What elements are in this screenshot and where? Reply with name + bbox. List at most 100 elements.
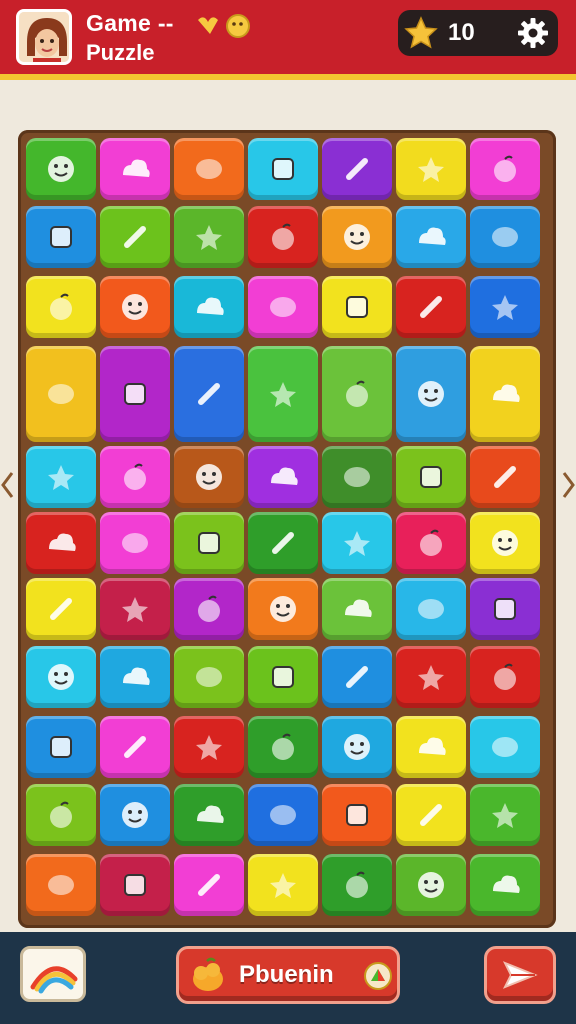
tile-r3-c7[interactable]	[470, 276, 540, 338]
tile-r6-c2[interactable]	[100, 512, 170, 574]
tile-symbol-icon	[418, 157, 444, 182]
tile-r9-c1[interactable]	[26, 716, 96, 778]
tile-symbol-icon	[272, 223, 294, 250]
tile-r2-c7[interactable]	[470, 206, 540, 268]
tile-r6-c1[interactable]	[26, 512, 96, 574]
tile-r10-c1[interactable]	[26, 784, 96, 846]
tile-r10-c7[interactable]	[470, 784, 540, 846]
tile-r5-c4[interactable]	[248, 446, 318, 508]
tile-symbol-icon	[122, 533, 148, 553]
tile-r3-c6[interactable]	[396, 276, 466, 338]
tile-r5-c6[interactable]	[396, 446, 466, 508]
tile-r7-c1[interactable]	[26, 578, 96, 640]
tile-symbol-icon	[344, 734, 370, 760]
tile-r8-c7[interactable]	[470, 646, 540, 708]
tile-r7-c4[interactable]	[248, 578, 318, 640]
tile-symbol-icon	[196, 159, 222, 179]
share-button[interactable]	[484, 946, 556, 1004]
tile-r1-c5[interactable]	[322, 138, 392, 200]
tile-r5-c3[interactable]	[174, 446, 244, 508]
hint-button[interactable]	[20, 946, 86, 1002]
tile-r2-c1[interactable]	[26, 206, 96, 268]
tile-r5-c5[interactable]	[322, 446, 392, 508]
tile-r8-c1[interactable]	[26, 646, 96, 708]
tile-r10-c3[interactable]	[174, 784, 244, 846]
tile-r9-c4[interactable]	[248, 716, 318, 778]
tile-r7-c6[interactable]	[396, 578, 466, 640]
tile-r9-c3[interactable]	[174, 716, 244, 778]
tile-r11-c4[interactable]	[248, 854, 318, 916]
tile-r10-c6[interactable]	[396, 784, 466, 846]
tile-r8-c2[interactable]	[100, 646, 170, 708]
scroll-right-arrow-icon[interactable]	[562, 470, 576, 500]
tile-r1-c2[interactable]	[100, 138, 170, 200]
tile-r9-c7[interactable]	[470, 716, 540, 778]
tile-symbol-icon	[124, 736, 146, 758]
tile-r6-c4[interactable]	[248, 512, 318, 574]
tile-r11-c7[interactable]	[470, 854, 540, 916]
tile-r3-c5[interactable]	[322, 276, 392, 338]
tile-r8-c6[interactable]	[396, 646, 466, 708]
tile-r11-c3[interactable]	[174, 854, 244, 916]
tile-r6-c3[interactable]	[174, 512, 244, 574]
tile-symbol-icon	[123, 667, 150, 685]
tile-r8-c4[interactable]	[248, 646, 318, 708]
tile-r8-c5[interactable]	[322, 646, 392, 708]
tile-r2-c5[interactable]	[322, 206, 392, 268]
tile-r7-c2[interactable]	[100, 578, 170, 640]
score-value: 10	[448, 19, 475, 46]
tile-r2-c2[interactable]	[100, 206, 170, 268]
tile-r1-c3[interactable]	[174, 138, 244, 200]
tile-r7-c7[interactable]	[470, 578, 540, 640]
fruit-icon	[193, 957, 223, 991]
tile-symbol-icon	[198, 532, 220, 554]
tile-symbol-icon	[345, 599, 372, 617]
tile-r4-c2[interactable]	[100, 346, 170, 442]
tile-symbol-icon	[494, 155, 516, 182]
tile-r3-c4[interactable]	[248, 276, 318, 338]
tile-symbol-icon	[49, 533, 76, 551]
tile-r1-c6[interactable]	[396, 138, 466, 200]
tile-r4-c5[interactable]	[322, 346, 392, 442]
player-avatar[interactable]	[16, 9, 72, 65]
tile-r5-c7[interactable]	[470, 446, 540, 508]
tile-r3-c1[interactable]	[26, 276, 96, 338]
tile-r4-c4[interactable]	[248, 346, 318, 442]
tile-r9-c6[interactable]	[396, 716, 466, 778]
tile-r11-c6[interactable]	[396, 854, 466, 916]
tile-r10-c2[interactable]	[100, 784, 170, 846]
tile-symbol-icon	[419, 737, 446, 755]
top-header: Game -- Puzzle 10	[0, 0, 576, 80]
tile-r8-c3[interactable]	[174, 646, 244, 708]
scroll-left-arrow-icon[interactable]	[0, 470, 14, 500]
tile-r10-c5[interactable]	[322, 784, 392, 846]
game-subtitle: Puzzle	[86, 40, 155, 65]
main-action-button[interactable]: Pbuenin	[176, 946, 400, 1004]
tile-r4-c7[interactable]	[470, 346, 540, 442]
tile-r1-c4[interactable]	[248, 138, 318, 200]
tile-r2-c4[interactable]	[248, 206, 318, 268]
tile-r10-c4[interactable]	[248, 784, 318, 846]
tile-r2-c6[interactable]	[396, 206, 466, 268]
tile-r1-c1[interactable]	[26, 138, 96, 200]
tile-r4-c3[interactable]	[174, 346, 244, 442]
tile-r9-c5[interactable]	[322, 716, 392, 778]
tile-r7-c5[interactable]	[322, 578, 392, 640]
tile-r4-c6[interactable]	[396, 346, 466, 442]
tile-r6-c6[interactable]	[396, 512, 466, 574]
tile-r3-c2[interactable]	[100, 276, 170, 338]
tile-r5-c2[interactable]	[100, 446, 170, 508]
tile-r7-c3[interactable]	[174, 578, 244, 640]
tile-r6-c7[interactable]	[470, 512, 540, 574]
gear-icon[interactable]	[516, 16, 550, 50]
tile-r9-c2[interactable]	[100, 716, 170, 778]
tile-r11-c2[interactable]	[100, 854, 170, 916]
tile-r1-c7[interactable]	[470, 138, 540, 200]
tile-r11-c1[interactable]	[26, 854, 96, 916]
tile-r4-c1[interactable]	[26, 346, 96, 442]
tile-r5-c1[interactable]	[26, 446, 96, 508]
tile-r11-c5[interactable]	[322, 854, 392, 916]
tile-r3-c3[interactable]	[174, 276, 244, 338]
tile-r6-c5[interactable]	[322, 512, 392, 574]
tile-r2-c3[interactable]	[174, 206, 244, 268]
